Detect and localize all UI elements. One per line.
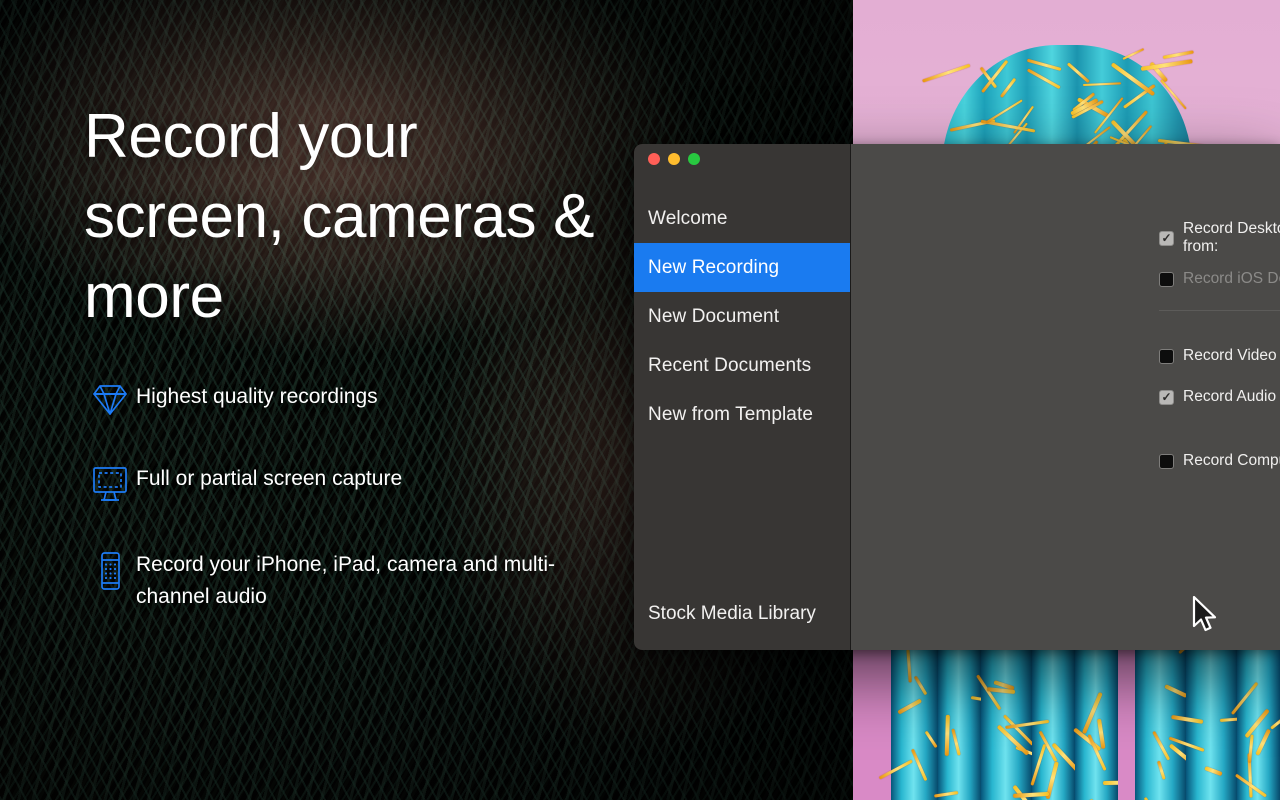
row-record-desktop: ✓ Record Desktop from: Color LCD [1159, 226, 1280, 250]
checkmark-icon: ✓ [1161, 232, 1171, 244]
record-video-checkbox[interactable] [1159, 349, 1174, 364]
monitor-selection-icon [84, 462, 136, 504]
mobile-device-icon [84, 548, 136, 592]
record-audio-label: Record Audio from: [1183, 388, 1280, 406]
promo-panel: Record your screen, cameras & more Highe… [0, 0, 620, 800]
record-ios-device-label: Record iOS Device: [1183, 270, 1280, 288]
row-record-ios-device: Record iOS Device: No Available iOS Devi… [1159, 267, 1280, 291]
sidebar-item-label: Welcome [648, 208, 728, 230]
row-record-audio: ✓ Record Audio from: Internal Microphone [1159, 385, 1280, 409]
sidebar-item-label: New Recording [648, 257, 779, 279]
diamond-icon [84, 380, 136, 418]
minimize-button[interactable] [668, 153, 680, 165]
list-item: Full or partial screen capture [84, 462, 604, 504]
sidebar-item-stock-media-library[interactable]: Stock Media Library [634, 589, 850, 638]
list-item: Highest quality recordings [84, 380, 604, 418]
record-computer-audio-checkbox[interactable] [1159, 454, 1174, 469]
window-traffic-lights [634, 144, 850, 165]
sidebar-item-welcome[interactable]: Welcome [634, 194, 850, 243]
sidebar-item-new-recording[interactable]: New Recording [634, 243, 850, 292]
page-title: Record your screen, cameras & more [84, 97, 604, 337]
sidebar-nav: Welcome New Recording New Document Recen… [634, 194, 850, 439]
app-window: Welcome New Recording New Document Recen… [634, 144, 1280, 650]
sidebar-item-recent-documents[interactable]: Recent Documents [634, 341, 850, 390]
close-button[interactable] [648, 153, 660, 165]
feature-label: Record your iPhone, iPad, camera and mul… [136, 548, 604, 613]
row-record-computer-audio: Record Computer Audio [1159, 452, 1280, 470]
sidebar-item-label: New Document [648, 306, 779, 328]
sidebar-item-label: New from Template [648, 404, 813, 426]
record-ios-device-checkbox[interactable] [1159, 272, 1174, 287]
record-video-label: Record Video from: [1183, 347, 1280, 365]
feature-list: Highest quality recordings Full or parti… [84, 380, 604, 657]
mouse-pointer [1192, 596, 1218, 639]
sidebar-item-new-document[interactable]: New Document [634, 292, 850, 341]
record-desktop-label: Record Desktop from: [1183, 220, 1280, 256]
sidebar-spacer [634, 439, 850, 589]
checkmark-icon: ✓ [1161, 391, 1171, 403]
list-item: Record your iPhone, iPad, camera and mul… [84, 548, 604, 613]
feature-label: Full or partial screen capture [136, 462, 402, 495]
settings-rows: ✓ Record Desktop from: Color LCD Record … [1159, 226, 1280, 426]
sidebar-item-new-from-template[interactable]: New from Template [634, 390, 850, 439]
feature-label: Highest quality recordings [136, 380, 378, 413]
recording-settings-panel: ✓ Record Desktop from: Color LCD Record … [851, 144, 1280, 650]
sidebar-item-label: Stock Media Library [648, 603, 816, 625]
record-computer-audio-label: Record Computer Audio [1183, 452, 1280, 470]
sidebar: Welcome New Recording New Document Recen… [634, 144, 851, 650]
record-audio-checkbox[interactable]: ✓ [1159, 390, 1174, 405]
record-desktop-checkbox[interactable]: ✓ [1159, 231, 1174, 246]
zoom-button[interactable] [688, 153, 700, 165]
settings-divider [1159, 310, 1280, 311]
sidebar-item-label: Recent Documents [648, 355, 811, 377]
row-record-video: Record Video from: FaceTime HD Camera [1159, 344, 1280, 368]
